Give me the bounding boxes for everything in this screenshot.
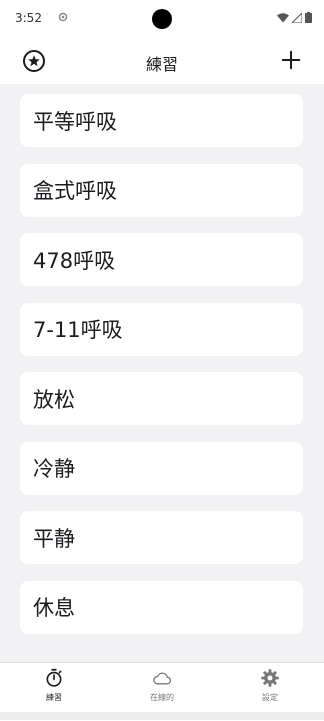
- exercise-label: 478呼吸: [33, 248, 116, 273]
- exercise-label: 盒式呼吸: [33, 179, 117, 203]
- exercise-card[interactable]: 冷静: [20, 441, 303, 495]
- status-icons: [277, 12, 312, 23]
- gear-icon: [261, 669, 279, 687]
- gesture-bar: [0, 712, 324, 720]
- exercise-label: 冷静: [33, 457, 75, 481]
- nav-label-online: 在線的: [150, 693, 174, 702]
- exercise-label: 放松: [33, 387, 75, 412]
- stopwatch-icon: [46, 668, 62, 687]
- exercise-card[interactable]: 盒式呼吸: [20, 163, 303, 217]
- camera-cutout: [152, 9, 172, 29]
- exercise-label: 7-11呼吸: [33, 318, 123, 342]
- exercise-card[interactable]: 休息: [20, 580, 303, 634]
- exercise-list: 平等呼吸 盒式呼吸 478呼吸 7-11呼吸 放松 冷静 平静 休息: [20, 94, 303, 650]
- exercise-card[interactable]: 平等呼吸: [20, 94, 303, 147]
- notification-gear-icon: [58, 12, 68, 22]
- exercise-label: 休息: [33, 596, 75, 620]
- plus-icon[interactable]: [280, 49, 302, 71]
- exercise-card[interactable]: 7-11呼吸: [20, 302, 303, 356]
- status-dot: ·: [46, 10, 49, 19]
- status-bar: 3:52 ·: [0, 0, 324, 38]
- nav-label-practice: 練習: [46, 693, 62, 702]
- exercise-card[interactable]: 放松: [20, 372, 303, 425]
- exercise-card[interactable]: 平静: [20, 511, 303, 564]
- status-time: 3:52: [15, 11, 42, 25]
- battery-icon: [305, 12, 312, 23]
- exercise-card[interactable]: 478呼吸: [20, 233, 303, 286]
- wifi-icon: [277, 12, 289, 22]
- signal-icon: [292, 12, 302, 23]
- exercise-label: 平等呼吸: [33, 109, 117, 134]
- exercise-label: 平静: [33, 526, 75, 551]
- app-bar: 練習: [0, 38, 324, 84]
- cloud-icon: [153, 672, 172, 685]
- nav-label-settings: 設定: [262, 693, 278, 702]
- page-title: 練習: [145, 55, 178, 74]
